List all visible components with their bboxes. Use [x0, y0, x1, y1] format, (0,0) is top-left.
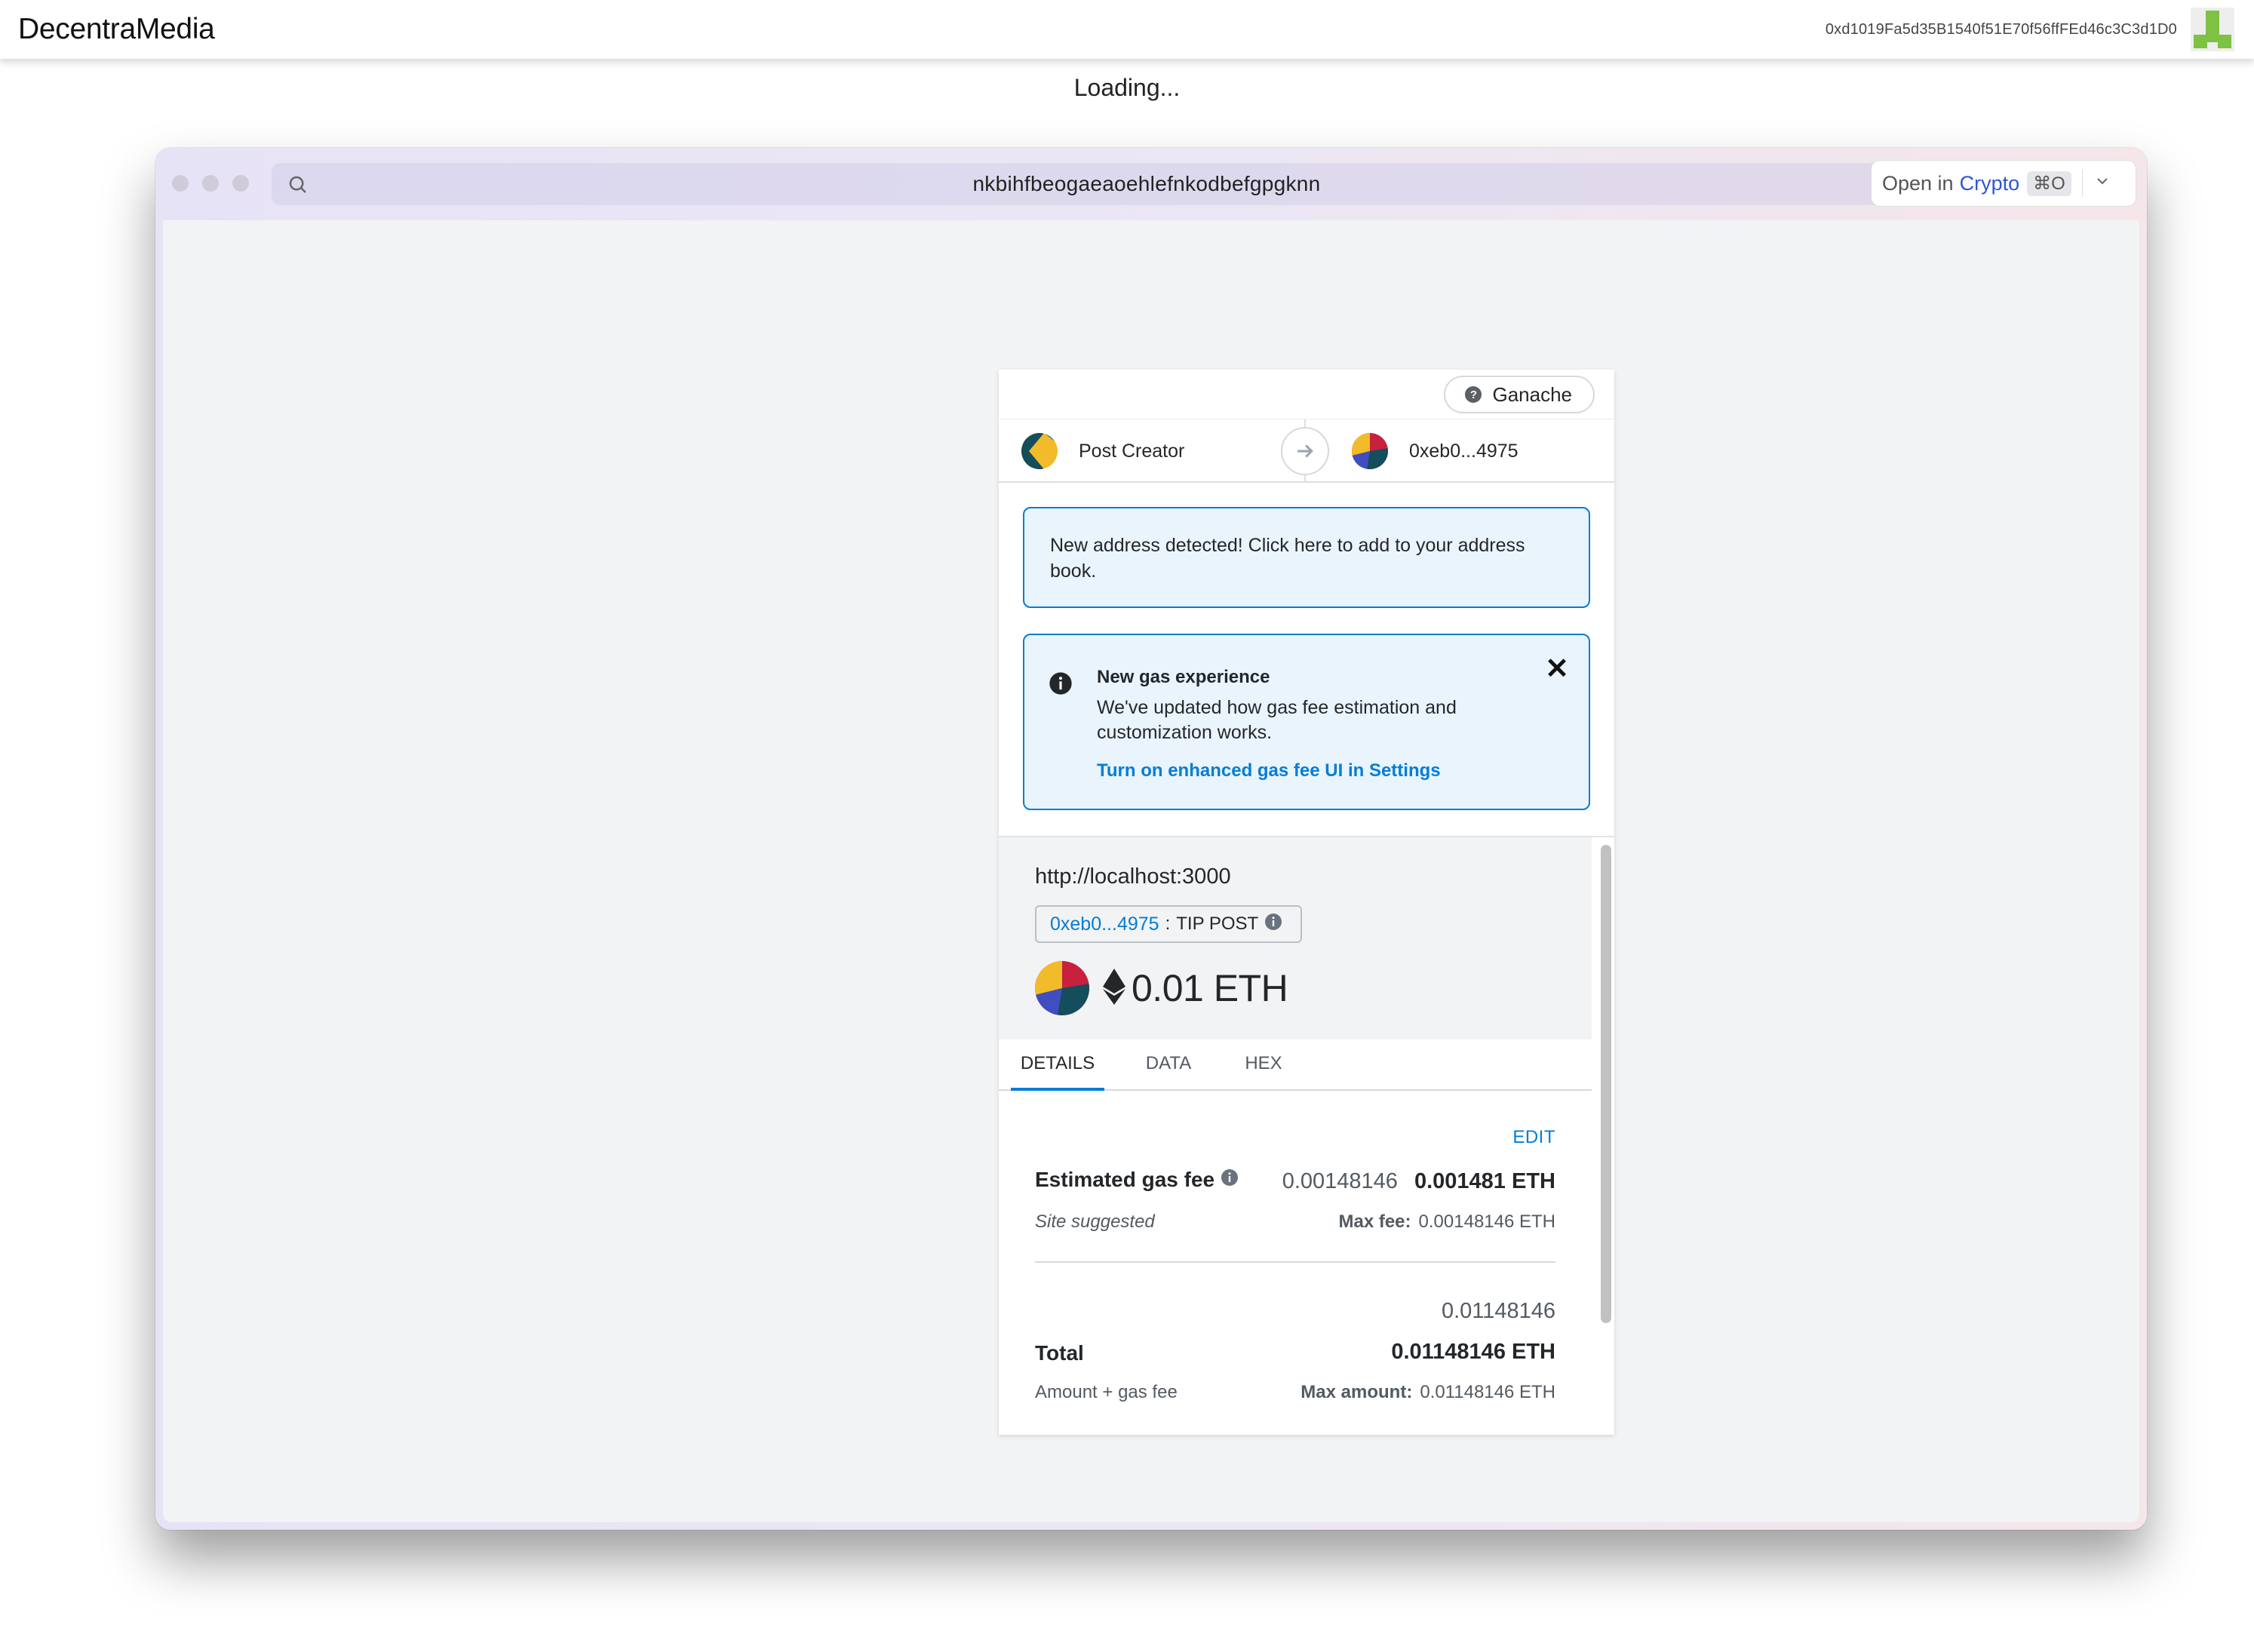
gas-alert-title: New gas experience [1097, 667, 1270, 687]
chevron-down-icon[interactable] [2093, 172, 2111, 195]
sender-recipient-row: Post Creator 0xeb0...4975 [999, 419, 1614, 483]
network-name: Ganache [1492, 382, 1572, 406]
max-amount-label: Max amount: [1301, 1382, 1413, 1402]
contract-address-link[interactable]: 0xeb0...4975 [1050, 914, 1159, 935]
scrollbar[interactable] [1592, 837, 1614, 1435]
open-in-app-name: Crypto [1959, 171, 2020, 195]
method-badge: 0xeb0...4975 : TIP POST [1035, 905, 1303, 943]
enhanced-gas-settings-link[interactable]: Turn on enhanced gas fee UI in Settings [1097, 760, 1441, 781]
site-origin: http://localhost:3000 [1035, 864, 1231, 889]
gas-fee-label: Estimated gas fee [1035, 1168, 1239, 1192]
recipient-large-avatar [1035, 961, 1089, 1015]
amount-plus-gas-label: Amount + gas fee [1035, 1382, 1178, 1402]
open-in-app-button[interactable]: Open in Crypto ⌘O [1871, 160, 2136, 207]
gas-experience-alert: New gas experience We've updated how gas… [1023, 634, 1590, 810]
tab-data[interactable]: DATA [1135, 1039, 1202, 1074]
account-identicon[interactable] [2191, 8, 2234, 51]
sender-avatar [1021, 433, 1058, 469]
gas-alert-body: We've updated how gas fee estimation and… [1097, 697, 1457, 743]
tab-bar: DETAILS DATA HEX [999, 1039, 1592, 1091]
url-text: nkbihfbeogaeaoehlefnkodbefgpgknn [972, 172, 1321, 195]
tab-hex[interactable]: HEX [1230, 1039, 1297, 1074]
method-separator: : [1165, 914, 1171, 934]
recipient-account[interactable]: 0xeb0...4975 [1352, 433, 1519, 469]
ethereum-icon [1103, 968, 1125, 1009]
app-title[interactable]: DecentraMedia [18, 13, 215, 46]
gas-fee-label-text: Estimated gas fee [1035, 1168, 1215, 1191]
details-panel: DETAILS DATA HEX EDIT Estimated gas fee … [999, 1039, 1592, 1435]
close-icon[interactable]: ✕ [1545, 655, 1569, 683]
wallet-address: 0xd1019Fa5d35B1540f51E70f56ffFEd46c3C3d1… [1825, 20, 2177, 38]
network-selector[interactable]: ? Ganache [1444, 376, 1595, 413]
network-help-icon: ? [1465, 386, 1482, 403]
method-name: TIP POST [1176, 914, 1259, 934]
info-icon [1049, 671, 1073, 699]
max-fee: Max fee: 0.00148146 ETH [1338, 1211, 1555, 1233]
recipient-name: 0xeb0...4975 [1409, 440, 1519, 462]
sender-name: Post Creator [1079, 440, 1185, 462]
open-in-label: Open in [1882, 171, 1954, 195]
sender-account[interactable]: Post Creator [1021, 433, 1184, 469]
recipient-avatar [1352, 433, 1388, 469]
new-address-alert[interactable]: New address detected! Click here to add … [1023, 507, 1590, 608]
divider [1035, 1261, 1555, 1263]
url-bar[interactable]: nkbihfbeogaeaoehlefnkodbefgpgknn [272, 163, 2022, 205]
gas-fee-primary: 0.001481 ETH [1414, 1169, 1555, 1193]
max-amount: Max amount: 0.01148146 ETH [1301, 1382, 1555, 1403]
gas-fee-values: 0.00148146 0.001481 ETH [1282, 1169, 1555, 1194]
app-header: DecentraMedia 0xd1019Fa5d35B1540f51E70f5… [0, 0, 2254, 59]
network-row: ? Ganache [999, 370, 1614, 419]
maximize-window-button[interactable] [232, 175, 249, 192]
transaction-section: http://localhost:3000 0xeb0...4975 : TIP… [999, 836, 1614, 1435]
total-secondary: 0.01148146 [1441, 1299, 1555, 1323]
site-suggested-label: Site suggested [1035, 1211, 1155, 1232]
arrow-right-icon [1281, 427, 1329, 475]
minimize-window-button[interactable] [202, 175, 219, 192]
window-controls [172, 175, 249, 192]
tab-details[interactable]: DETAILS [1011, 1039, 1104, 1091]
close-window-button[interactable] [172, 175, 189, 192]
max-fee-label: Max fee: [1338, 1211, 1411, 1232]
info-icon[interactable] [1221, 1168, 1239, 1192]
transaction-amount: 0.01 ETH [1132, 967, 1288, 1009]
shortcut-badge: ⌘O [2027, 170, 2071, 196]
scrollbar-thumb[interactable] [1601, 845, 1611, 1323]
total-label: Total [1035, 1341, 1084, 1365]
info-icon[interactable] [1264, 913, 1282, 936]
total-primary: 0.01148146 ETH [1391, 1340, 1555, 1364]
max-fee-value: 0.00148146 ETH [1418, 1211, 1555, 1232]
wallet-popup-window: nkbihfbeogaeaoehlefnkodbefgpgknn Open in… [155, 148, 2147, 1530]
gas-fee-secondary: 0.00148146 [1282, 1169, 1398, 1193]
account-area: 0xd1019Fa5d35B1540f51E70f56ffFEd46c3C3d1… [1826, 8, 2234, 51]
confirm-transaction-panel: ? Ganache Post Creator 0xeb0...4975 New … [999, 370, 1614, 1435]
amount-row: 0.01 ETH [1035, 961, 1288, 1015]
window-titlebar[interactable]: nkbihfbeogaeaoehlefnkodbefgpgknn Open in… [155, 148, 2147, 220]
loading-text: Loading... [1073, 74, 1181, 101]
divider [2081, 170, 2083, 197]
edit-gas-button[interactable]: EDIT [1512, 1127, 1555, 1148]
max-amount-value: 0.01148146 ETH [1420, 1382, 1555, 1402]
